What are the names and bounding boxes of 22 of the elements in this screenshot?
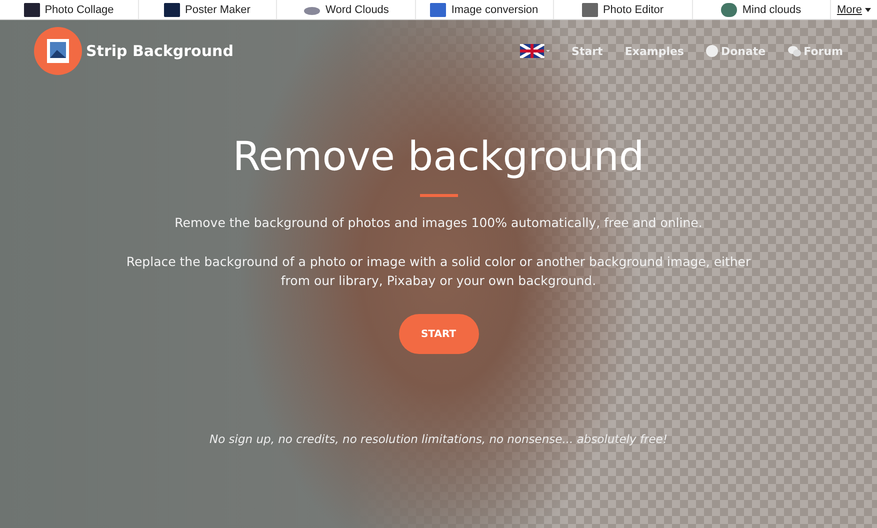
brand-name: Strip Background bbox=[86, 42, 234, 60]
hero-text: Replace the background of a photo or image with a solid color or another background image, either from our library, Pixabay or your own background. bbox=[125, 253, 752, 290]
app-icon bbox=[24, 2, 40, 16]
hero-lead: Remove the background of photos and images 100% automatically, free and online. bbox=[174, 214, 702, 232]
hero-title: Remove background bbox=[232, 134, 644, 180]
app-icon bbox=[582, 2, 598, 16]
tool-link[interactable]: Photo Editor bbox=[554, 0, 692, 19]
tool-link[interactable]: Word Clouds bbox=[277, 0, 416, 19]
chat-icon bbox=[788, 46, 801, 56]
more-menu[interactable]: More bbox=[831, 0, 877, 19]
flag-icon[interactable] bbox=[520, 44, 550, 58]
cloud-icon bbox=[302, 4, 321, 14]
app-icon bbox=[430, 2, 446, 16]
tool-link[interactable]: Mind clouds bbox=[692, 0, 831, 19]
caret-icon bbox=[865, 8, 872, 12]
tool-link[interactable]: Poster Maker bbox=[138, 0, 277, 19]
tool-link[interactable]: Image conversion bbox=[416, 0, 554, 19]
tool-link[interactable]: Photo Collage bbox=[0, 0, 138, 19]
coin-icon bbox=[706, 45, 718, 57]
app-icon bbox=[721, 2, 738, 16]
hero-footnote: No sign up, no credits, no resolution limitations, no nonsense... absolutely free! bbox=[210, 432, 668, 446]
app-icon bbox=[164, 2, 180, 16]
